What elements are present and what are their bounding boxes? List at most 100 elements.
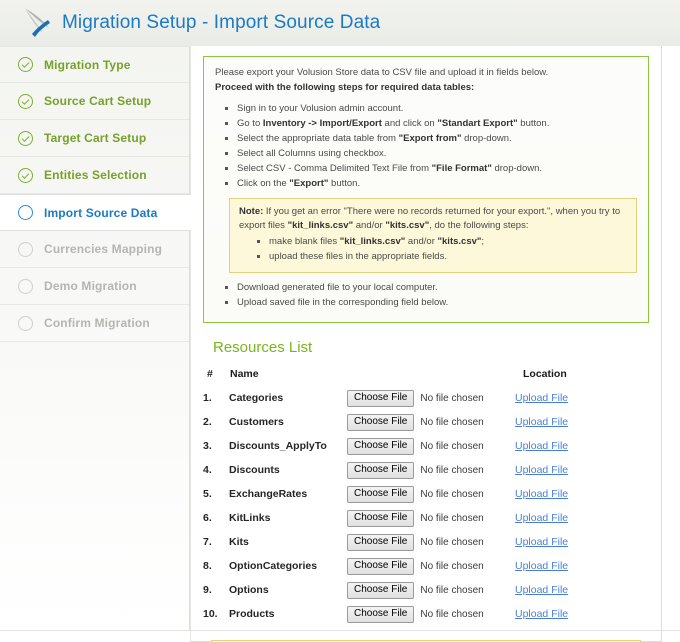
sidebar-item-migration-type[interactable]: Migration Type [0,46,189,83]
plain-text: and/or [405,235,438,247]
choose-file-button[interactable]: Choose File [347,557,415,575]
file-input[interactable]: Choose File No file chosen [347,413,515,431]
table-row: 7. Kits Choose File No file chosen Upload Fi… [203,530,649,554]
location-cell: Upload File [515,506,649,530]
file-input-cell: Choose File No file chosen [347,554,515,578]
file-status-text: No file chosen [420,440,484,452]
resource-name: Discounts [229,464,280,477]
choose-file-button[interactable]: Choose File [347,509,415,527]
file-input[interactable]: Choose File No file chosen [347,605,515,623]
file-input[interactable]: Choose File No file chosen [347,461,515,479]
sidebar-item-entities-selection[interactable]: Entities Selection [0,157,189,194]
emphasis-text: "kits.csv" [437,235,482,247]
body-area: Migration Type Source Cart Setup Target … [0,46,680,642]
file-input[interactable]: Choose File No file chosen [347,485,515,503]
sidebar-item-label: Target Cart Setup [44,131,147,145]
instruction-step: Select the appropriate data table from "… [237,132,637,145]
instruction-step: Sign in to your Volusion admin account. [237,102,637,115]
sidebar-item-label: Demo Migration [44,279,137,293]
upload-file-link[interactable]: Upload File [515,392,568,404]
upload-file-link[interactable]: Upload File [515,536,568,548]
file-input[interactable]: Choose File No file chosen [347,557,515,575]
sidebar-item-label: Confirm Migration [44,316,150,330]
file-input[interactable]: Choose File No file chosen [347,509,515,527]
upload-file-link[interactable]: Upload File [515,584,568,596]
file-input[interactable]: Choose File No file chosen [347,437,515,455]
plain-text: Sign in to your Volusion admin account. [237,102,404,114]
location-cell: Upload File [515,458,649,482]
upload-file-link[interactable]: Upload File [515,512,568,524]
choose-file-button[interactable]: Choose File [347,389,415,407]
sidebar-item-label: Currencies Mapping [44,242,163,256]
emphasis-text: "Export from" [398,132,462,144]
choose-file-button[interactable]: Choose File [347,605,415,623]
resources-table: # Name Location 1. Categories Choose File N… [203,367,649,626]
sidebar-item-label: Import Source Data [44,205,158,220]
sidebar-item-source-cart-setup[interactable]: Source Cart Setup [0,83,189,120]
table-header-row: # Name Location [203,367,649,386]
plain-text: make blank files [269,235,340,247]
row-number: 7. [203,536,212,549]
column-header-name: Name [230,368,259,381]
sidebar-item-demo-migration[interactable]: Demo Migration [0,268,189,305]
file-input-cell: Choose File No file chosen [347,602,515,626]
table-row: 4. Discounts Choose File No file chosen Uplo… [203,458,649,482]
plain-text: button. [328,177,361,189]
table-row: 9. Options Choose File No file chosen Upload… [203,578,649,602]
page-bottom-divider [0,630,680,631]
emphasis-text: "File Format" [431,162,492,174]
file-status-text: No file chosen [420,536,484,548]
resource-name: Discounts_ApplyTo [229,440,327,453]
plain-text: and click on [381,117,438,129]
file-input[interactable]: Choose File No file chosen [347,389,515,407]
choose-file-button[interactable]: Choose File [347,413,415,431]
sidebar-item-currencies-mapping[interactable]: Currencies Mapping [0,231,189,268]
choose-file-button[interactable]: Choose File [347,485,415,503]
sidebar-item-label: Migration Type [44,57,131,72]
sidebar-item-target-cart-setup[interactable]: Target Cart Setup [0,120,189,157]
file-input[interactable]: Choose File No file chosen [347,581,515,599]
circle-icon [18,241,33,257]
upload-file-link[interactable]: Upload File [515,440,568,452]
file-input-cell: Choose File No file chosen [347,386,515,410]
choose-file-button[interactable]: Choose File [347,533,415,551]
instructions-lead: Please export your Volusion Store data t… [215,67,549,78]
instructions-subhead: Proceed with the following steps for req… [215,82,475,94]
sidebar-item-label: Source Cart Setup [44,94,152,108]
sidebar-item-confirm-migration[interactable]: Confirm Migration [0,305,189,342]
resource-name: OptionCategories [229,560,318,573]
location-cell: Upload File [515,410,649,434]
upload-file-link[interactable]: Upload File [515,560,568,572]
choose-file-button[interactable]: Choose File [347,461,415,479]
circle-icon [18,315,33,331]
location-cell: Upload File [515,602,649,626]
page-root: Migration Setup - Import Source Data Mig… [0,0,680,642]
location-cell: Upload File [515,434,649,458]
upload-file-link[interactable]: Upload File [515,608,568,620]
row-number: 9. [203,584,212,597]
plain-text: Upload saved file in the corresponding f… [237,297,449,309]
instruction-step: Upload saved file in the corresponding f… [237,296,637,309]
file-status-text: No file chosen [420,512,484,524]
upload-file-link[interactable]: Upload File [515,464,568,476]
emphasis-text: "Standart Export" [437,117,518,129]
plain-text: Select the appropriate data table from [237,132,399,144]
file-status-text: No file chosen [420,584,484,596]
choose-file-button[interactable]: Choose File [347,581,415,599]
resource-name: Kits [229,536,249,549]
plain-text: and/or [353,220,386,232]
row-number: 3. [203,440,212,453]
sidebar-item-import-source-data[interactable]: Import Source Data [0,194,191,231]
table-row: 3. Discounts_ApplyTo Choose File No file ch… [203,434,649,458]
upload-file-link[interactable]: Upload File [515,416,568,428]
check-circle-icon [18,130,33,146]
file-input[interactable]: Choose File No file chosen [347,533,515,551]
note-intro: Note: If you get an error "There were no… [239,205,627,233]
choose-file-button[interactable]: Choose File [347,437,415,455]
column-header-location: Location [523,368,567,381]
file-status-text: No file chosen [420,416,484,428]
upload-file-link[interactable]: Upload File [515,488,568,500]
plain-text: button. [517,117,550,129]
table-row: 2. Customers Choose File No file chosen Uplo… [203,410,649,434]
file-input-cell: Choose File No file chosen [347,458,515,482]
